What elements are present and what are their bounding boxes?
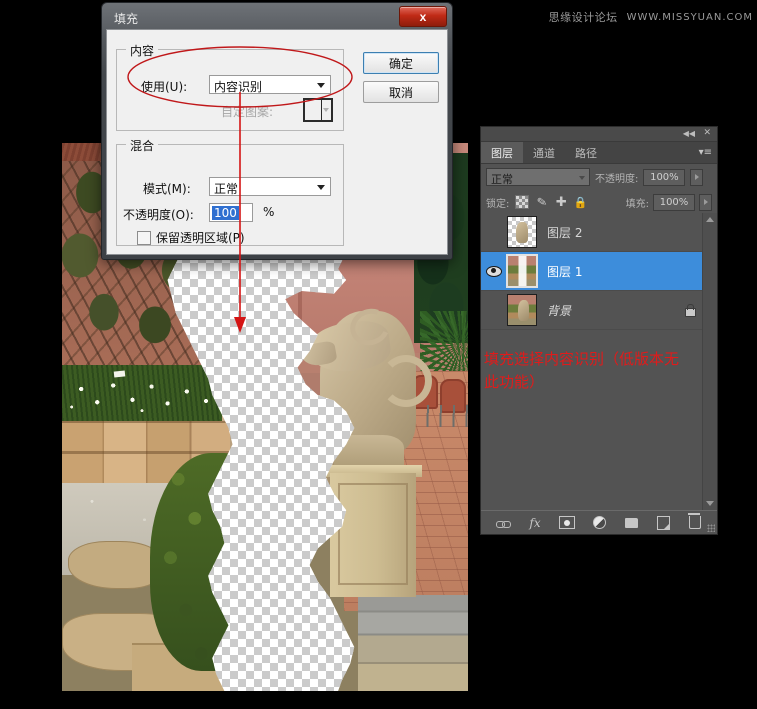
fill-dialog[interactable]: 填充 x 内容 使用(U): 内容识别 自定图案: 混合 模式(M): 正常 不… bbox=[101, 2, 453, 260]
blend-mode-dropdown[interactable]: 正常 bbox=[209, 177, 331, 196]
adjustment-layer-icon[interactable] bbox=[591, 516, 607, 530]
panel-lock-row: 锁定: ✎ ✚ 🔒 填充: 100% bbox=[481, 190, 717, 215]
content-groupbox: 内容 使用(U): 内容识别 自定图案: bbox=[116, 42, 344, 131]
layer-thumbnail[interactable] bbox=[507, 216, 537, 248]
ok-button[interactable]: 确定 bbox=[363, 52, 439, 74]
tab-layers[interactable]: 图层 bbox=[481, 142, 523, 163]
chevron-down-icon bbox=[323, 108, 329, 112]
custom-pattern-picker[interactable] bbox=[303, 98, 333, 122]
layer-style-fx-icon[interactable]: fx bbox=[527, 516, 543, 530]
layers-panel-footer: fx bbox=[481, 510, 717, 534]
watermark-site-url: WWW.MISSYUAN.COM bbox=[626, 11, 753, 23]
blend-mode-value: 正常 bbox=[214, 182, 239, 196]
chevron-down-icon bbox=[317, 185, 325, 190]
use-dropdown[interactable]: 内容识别 bbox=[209, 75, 331, 94]
tab-channels[interactable]: 通道 bbox=[523, 142, 565, 163]
use-label: 使用(U): bbox=[141, 80, 188, 94]
panel-opacity-value[interactable]: 100% bbox=[643, 168, 686, 186]
blending-groupbox: 混合 模式(M): 正常 不透明度(O): 100 % 保留透明区域(P) bbox=[116, 137, 344, 246]
lock-icon-group: ✎ ✚ 🔒 bbox=[515, 194, 588, 210]
all-lock-icon[interactable]: 🔒 bbox=[574, 196, 588, 209]
close-icon[interactable]: x bbox=[399, 6, 447, 27]
layer-row[interactable]: 图层 2 bbox=[481, 213, 717, 252]
layer-visibility-toggle[interactable] bbox=[481, 265, 507, 277]
dialog-title: 填充 bbox=[114, 12, 139, 26]
mode-label: 模式(M): bbox=[143, 182, 191, 196]
plant-label bbox=[113, 370, 126, 378]
site-watermark: 思缘设计论坛 WWW.MISSYUAN.COM bbox=[549, 9, 753, 25]
chevron-down-icon bbox=[579, 176, 585, 180]
opacity-label: 不透明度(O): bbox=[123, 208, 194, 222]
layer-row[interactable]: 图层 1 bbox=[481, 252, 717, 291]
dialog-body: 内容 使用(U): 内容识别 自定图案: 混合 模式(M): 正常 不透明度(O… bbox=[106, 29, 448, 255]
chevron-down-icon bbox=[317, 83, 325, 88]
opacity-unit: % bbox=[263, 205, 275, 219]
panel-resize-grip[interactable] bbox=[707, 524, 715, 532]
preserve-transparency-checkbox-row[interactable]: 保留透明区域(P) bbox=[137, 229, 245, 246]
tab-paths[interactable]: 路径 bbox=[565, 142, 607, 163]
layer-name: 背景 bbox=[547, 303, 572, 318]
move-lock-icon[interactable]: ✚ bbox=[555, 195, 567, 210]
statue-scroll-ornament bbox=[380, 355, 432, 407]
delete-layer-icon[interactable] bbox=[687, 513, 703, 530]
cancel-button[interactable]: 取消 bbox=[363, 81, 439, 103]
panel-fill-label: 填充: bbox=[625, 198, 649, 210]
panel-opacity-stepper[interactable] bbox=[690, 168, 704, 186]
panel-blend-mode-value: 正常 bbox=[491, 173, 513, 186]
panel-blend-row: 正常 不透明度: 100% bbox=[481, 164, 717, 190]
layer-name: 图层 2 bbox=[547, 225, 583, 240]
lock-icon bbox=[684, 304, 696, 317]
pattern-divider bbox=[321, 100, 322, 120]
new-layer-icon[interactable] bbox=[655, 515, 671, 530]
eye-icon bbox=[486, 265, 502, 277]
daffodil-flower-bed bbox=[62, 365, 222, 425]
use-dropdown-value: 内容识别 bbox=[214, 80, 263, 94]
new-group-icon[interactable] bbox=[623, 516, 639, 530]
opacity-input[interactable]: 100 bbox=[209, 203, 253, 222]
panel-fill-stepper[interactable] bbox=[699, 193, 712, 211]
dialog-titlebar[interactable]: 填充 x bbox=[105, 6, 449, 31]
statue-pedestal bbox=[330, 473, 416, 597]
layer-thumbnail[interactable] bbox=[507, 294, 537, 326]
preserve-transparency-checkbox[interactable] bbox=[137, 230, 151, 245]
panel-tab-strip[interactable]: 图层 通道 路径 ▾≡ bbox=[481, 142, 717, 164]
layer-name: 图层 1 bbox=[547, 264, 583, 279]
link-layers-icon[interactable] bbox=[495, 516, 511, 530]
close-panel-icon[interactable]: ✕ bbox=[703, 128, 711, 138]
panel-fill-group: 填充: 100% bbox=[625, 193, 712, 211]
transparency-lock-icon[interactable] bbox=[515, 195, 530, 209]
content-group-legend: 内容 bbox=[126, 42, 159, 59]
layer-row[interactable]: 背景 bbox=[481, 291, 717, 330]
scroll-up-icon[interactable] bbox=[703, 213, 717, 226]
preserve-transparency-label: 保留透明区域(P) bbox=[156, 231, 245, 245]
watermark-site-name: 思缘设计论坛 bbox=[548, 11, 618, 24]
red-annotation-note: 填充选择内容识别（低版本无 此功能） bbox=[484, 350, 680, 391]
stone-steps bbox=[358, 595, 468, 691]
lock-label: 锁定: bbox=[486, 198, 510, 210]
opacity-value: 100 bbox=[212, 206, 239, 220]
custom-pattern-label: 自定图案: bbox=[221, 105, 274, 119]
panel-opacity-label: 不透明度: bbox=[595, 173, 639, 185]
panel-blend-mode-dropdown[interactable]: 正常 bbox=[486, 168, 590, 186]
blend-group-legend: 混合 bbox=[126, 137, 159, 154]
collapse-panel-icon[interactable]: ◀◀ bbox=[683, 129, 695, 138]
panel-topbar: ◀◀ ✕ bbox=[481, 127, 717, 142]
scroll-down-icon[interactable] bbox=[703, 497, 717, 510]
layers-panel[interactable]: ◀◀ ✕ 图层 通道 路径 ▾≡ 正常 不透明度: 100% 锁定: ✎ ✚ 🔒… bbox=[480, 126, 718, 535]
panel-fill-value[interactable]: 100% bbox=[653, 193, 695, 211]
brush-lock-icon[interactable]: ✎ bbox=[535, 194, 549, 210]
layer-thumbnail[interactable] bbox=[506, 254, 538, 288]
add-mask-icon[interactable] bbox=[559, 516, 575, 530]
panel-menu-icon[interactable]: ▾≡ bbox=[699, 147, 712, 158]
